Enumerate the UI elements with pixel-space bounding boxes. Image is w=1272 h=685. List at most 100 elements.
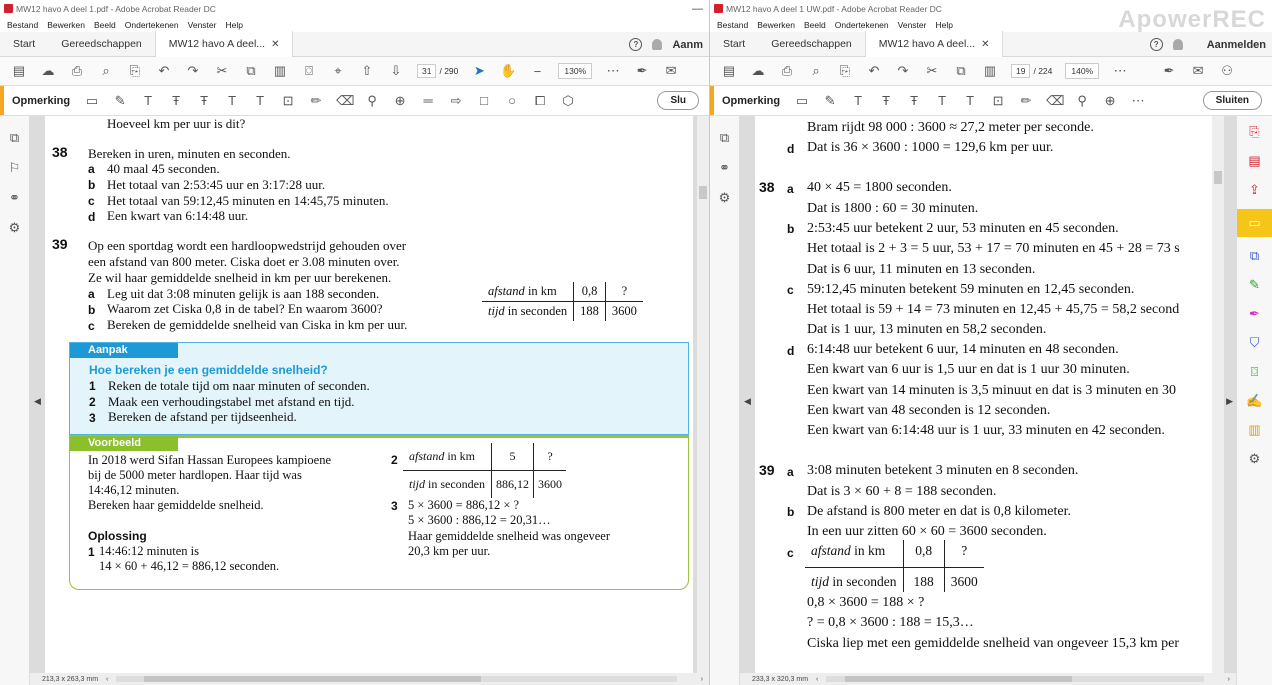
attach-icon[interactable]: ⊕ [392, 93, 408, 109]
document-view[interactable]: ◀ ▶ Bram rijdt 98 000 : 3600 ≈ 27,2 mete… [740, 116, 1236, 685]
menu-help[interactable]: Help [225, 20, 242, 30]
undo-icon[interactable]: ↶ [156, 63, 172, 79]
text-comment-icon[interactable]: T [140, 93, 156, 108]
collapse-left-icon[interactable]: ◀ [34, 396, 41, 407]
textbox-icon[interactable]: ⊡ [280, 93, 296, 109]
rectangle-icon[interactable]: □ [476, 93, 492, 108]
save-icon[interactable]: ▤ [721, 63, 737, 79]
text-comment-icon[interactable]: T [850, 93, 866, 108]
copy-icon[interactable]: ⧉ [243, 63, 259, 79]
scroll-thumb[interactable] [144, 676, 481, 682]
bell-icon[interactable] [652, 39, 663, 50]
replace-text-icon[interactable]: Ŧ [196, 93, 212, 108]
page-number-input[interactable]: 19 [1011, 64, 1031, 78]
signin-button[interactable]: Aanmelden [1207, 39, 1266, 51]
help-icon[interactable]: ? [1149, 38, 1163, 51]
menu-bewerken[interactable]: Bewerken [47, 20, 85, 30]
menu-bewerken[interactable]: Bewerken [757, 20, 795, 30]
callout-icon[interactable]: ⧠ [532, 93, 548, 109]
add-text-icon[interactable]: T [962, 93, 978, 108]
horizontal-scrollbar[interactable] [826, 676, 1204, 682]
bell-icon[interactable] [1172, 39, 1183, 50]
menu-bestand[interactable]: Bestand [717, 20, 748, 30]
menu-venster[interactable]: Venster [898, 20, 927, 30]
save-icon[interactable]: ▤ [11, 63, 27, 79]
cut-icon[interactable]: ✂ [214, 63, 230, 79]
find-icon[interactable]: ⌖ [330, 63, 346, 79]
sticky-note-icon[interactable]: ▭ [84, 93, 100, 109]
zoom-out-icon[interactable]: − [529, 63, 545, 79]
create-pdf-icon[interactable]: ⎘ [1245, 122, 1265, 142]
scroll-thumb[interactable] [699, 186, 707, 199]
close-comment-button[interactable]: Sluiten [1202, 91, 1262, 110]
export-icon[interactable]: ⎘ [837, 63, 853, 79]
scroll-thumb[interactable] [1214, 171, 1222, 184]
organize-pages-icon[interactable]: ▤ [1245, 151, 1265, 171]
export-pdf-icon[interactable]: ⇪ [1245, 180, 1265, 200]
search-icon[interactable]: ⌕ [98, 63, 114, 79]
zoom-select[interactable]: 130% [558, 63, 593, 79]
pages-icon[interactable]: ⧉ [720, 130, 729, 146]
strikethrough-icon[interactable]: Ŧ [878, 93, 894, 108]
scroll-left-icon[interactable]: ‹ [816, 676, 818, 683]
insert-text-icon[interactable]: T [224, 93, 240, 108]
help-icon[interactable]: ? [629, 38, 643, 51]
select-cursor-icon[interactable]: ➤ [471, 63, 487, 79]
fill-sign-icon[interactable]: ✒ [1245, 304, 1265, 324]
scroll-thumb[interactable] [845, 676, 1072, 682]
menu-help[interactable]: Help [935, 20, 952, 30]
attachment-icon[interactable]: ⚭ [9, 190, 20, 206]
signin-button[interactable]: Aanm [672, 39, 703, 51]
strikethrough-icon[interactable]: Ŧ [168, 93, 184, 108]
insert-text-icon[interactable]: T [934, 93, 950, 108]
highlight-icon[interactable]: ✎ [822, 93, 838, 109]
zoom-select[interactable]: 140% [1065, 63, 1100, 79]
menu-ondertekenen[interactable]: Ondertekenen [125, 20, 179, 30]
protect-icon[interactable]: ⛉ [1245, 333, 1265, 353]
layers-icon[interactable]: ⚙ [9, 220, 21, 236]
attachment-icon[interactable]: ⚭ [719, 160, 730, 176]
page-up-icon[interactable]: ⇧ [359, 63, 375, 79]
mail-icon[interactable]: ✉ [663, 63, 679, 79]
menu-beeld[interactable]: Beeld [804, 20, 826, 30]
undo-icon[interactable]: ↶ [866, 63, 882, 79]
upload-icon[interactable]: ☁ [40, 63, 56, 79]
page-down-icon[interactable]: ⇩ [388, 63, 404, 79]
vertical-scrollbar[interactable] [1212, 116, 1224, 673]
pencil-icon[interactable]: ✏ [308, 93, 324, 109]
polygon-icon[interactable]: ⬡ [560, 93, 576, 109]
menu-venster[interactable]: Venster [188, 20, 217, 30]
oval-icon[interactable]: ○ [504, 93, 520, 108]
minimize-icon[interactable]: — [692, 3, 709, 15]
scroll-right-icon[interactable]: › [1228, 676, 1230, 683]
close-tab-icon[interactable]: ✕ [271, 39, 279, 50]
add-text-icon[interactable]: T [252, 93, 268, 108]
scroll-left-icon[interactable]: ‹ [106, 676, 108, 683]
eraser-icon[interactable]: ⌫ [336, 93, 354, 109]
horizontal-scrollbar[interactable] [116, 676, 677, 682]
paste-icon[interactable]: ▥ [982, 63, 998, 79]
redo-icon[interactable]: ↷ [895, 63, 911, 79]
attach-icon[interactable]: ⊕ [1102, 93, 1118, 109]
close-tab-icon[interactable]: ✕ [981, 39, 989, 50]
line-icon[interactable]: ═ [420, 93, 436, 108]
share-icon[interactable]: ⚇ [1219, 63, 1235, 79]
vertical-scrollbar[interactable] [697, 116, 709, 673]
document-view[interactable]: ◀ Hoeveel km per uur is dit? 38 Bereken … [30, 116, 709, 685]
collapse-right-icon[interactable]: ▶ [1226, 396, 1233, 407]
pages-icon[interactable]: ⧉ [10, 130, 19, 146]
snapshot-icon[interactable]: ⌼ [301, 63, 317, 79]
textbox-icon[interactable]: ⊡ [990, 93, 1006, 109]
tab-start[interactable]: Start [710, 32, 758, 57]
scan-ocr-icon[interactable]: ⌼ [1245, 362, 1265, 382]
print-icon[interactable]: ⎙ [69, 63, 85, 79]
redo-icon[interactable]: ↷ [185, 63, 201, 79]
menu-ondertekenen[interactable]: Ondertekenen [835, 20, 889, 30]
stamp-icon[interactable]: ⚲ [364, 93, 380, 109]
tab-document[interactable]: MW12 havo A deel... ✕ [864, 31, 1004, 57]
tab-document[interactable]: MW12 havo A deel... ✕ [154, 31, 294, 57]
prepare-form-icon[interactable]: ▥ [1245, 420, 1265, 440]
page-number-input[interactable]: 31 [417, 64, 437, 78]
stamp-icon[interactable]: ⚲ [1074, 93, 1090, 109]
layers-icon[interactable]: ⚙ [719, 190, 731, 206]
